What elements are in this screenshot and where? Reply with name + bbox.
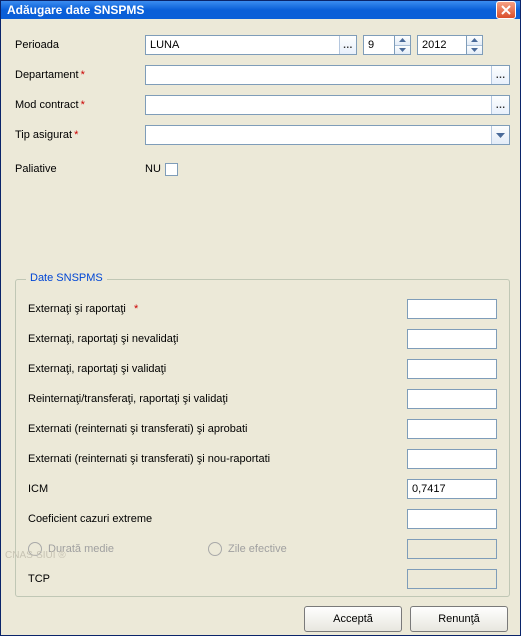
r3-value[interactable] xyxy=(407,389,497,409)
departament-input[interactable] xyxy=(146,66,491,84)
modcontract-label: Mod contract* xyxy=(15,99,145,111)
row-durata-zile: Durată medie Zile efective xyxy=(28,534,497,564)
icm-label: ICM xyxy=(28,483,407,495)
r2-value[interactable] xyxy=(407,359,497,379)
modcontract-field[interactable]: … xyxy=(145,95,510,115)
row-externati-nevalidati: Externaţi, raportaţi şi nevalidaţi xyxy=(28,324,497,354)
year-spinner[interactable] xyxy=(467,35,483,55)
close-icon xyxy=(501,5,511,15)
zile-label: Zile efective xyxy=(228,543,287,555)
r5-value[interactable] xyxy=(407,449,497,469)
zile-option: Zile efective xyxy=(208,542,407,556)
tipasigurat-field[interactable] xyxy=(145,125,510,145)
spinner-up-icon[interactable] xyxy=(395,36,410,45)
row-icm: ICM xyxy=(28,474,497,504)
row-coeficient: Coeficient cazuri extreme xyxy=(28,504,497,534)
r1-label: Externaţi, raportaţi şi nevalidaţi xyxy=(28,333,407,345)
departament-label: Departament* xyxy=(15,69,145,81)
accept-button[interactable]: Acceptă xyxy=(304,606,402,632)
perioada-input[interactable] xyxy=(146,36,339,54)
tipasigurat-label: Tip asigurat* xyxy=(15,129,145,141)
row-modcontract: Mod contract* … xyxy=(15,91,510,119)
r1-value[interactable] xyxy=(407,329,497,349)
r4-label: Externati (reinternati şi transferati) ş… xyxy=(28,423,407,435)
year-input[interactable] xyxy=(418,36,466,54)
coef-value[interactable] xyxy=(407,509,497,529)
row-paliative: Paliative NU xyxy=(15,155,510,183)
paliative-checkbox[interactable] xyxy=(165,163,178,176)
renunta-button[interactable]: Renunţă xyxy=(410,606,508,632)
radio-zile xyxy=(208,542,222,556)
row-tcp: TCP xyxy=(28,564,497,594)
row-tipasigurat: Tip asigurat* xyxy=(15,121,510,149)
month-input[interactable] xyxy=(364,36,394,54)
row-externati-validati: Externaţi, raportaţi şi validaţi xyxy=(28,354,497,384)
window-title: Adăugare date SNSPMS xyxy=(7,3,496,17)
perioada-lookup-icon[interactable]: … xyxy=(339,36,356,54)
tipasigurat-input[interactable] xyxy=(146,126,491,144)
spinner-down-icon[interactable] xyxy=(467,45,482,55)
tcp-value xyxy=(407,569,497,589)
row-reinternati-validati: Reinternaţi/transferaţi, raportaţi şi va… xyxy=(28,384,497,414)
month-spinner[interactable] xyxy=(395,35,411,55)
perioada-field[interactable]: … xyxy=(145,35,357,55)
watermark: CNAS-SIUI ® xyxy=(5,550,66,561)
modcontract-input[interactable] xyxy=(146,96,491,114)
r3-label: Reinternaţi/transferaţi, raportaţi şi va… xyxy=(28,393,407,405)
r5-label: Externati (reinternati şi transferati) ş… xyxy=(28,453,407,465)
departament-lookup-icon[interactable]: … xyxy=(491,66,509,84)
year-field[interactable] xyxy=(417,35,467,55)
modcontract-lookup-icon[interactable]: … xyxy=(491,96,509,114)
r2-label: Externaţi, raportaţi şi validaţi xyxy=(28,363,407,375)
titlebar: Adăugare date SNSPMS xyxy=(1,1,520,19)
coef-label: Coeficient cazuri extreme xyxy=(28,513,407,525)
r0-label: Externaţi şi raportaţi * xyxy=(28,303,407,315)
paliative-value: NU xyxy=(145,163,161,175)
spinner-up-icon[interactable] xyxy=(467,36,482,45)
content-area: Perioada … Dep xyxy=(1,19,520,603)
row-departament: Departament* … xyxy=(15,61,510,89)
spinner-down-icon[interactable] xyxy=(395,45,410,55)
groupbox-legend: Date SNSPMS xyxy=(26,272,107,284)
perioada-label: Perioada xyxy=(15,39,145,51)
paliative-label: Paliative xyxy=(15,163,145,175)
r0-value[interactable] xyxy=(407,299,497,319)
close-button[interactable] xyxy=(496,1,516,19)
departament-field[interactable]: … xyxy=(145,65,510,85)
row-externati-aprobati: Externati (reinternati şi transferati) ş… xyxy=(28,414,497,444)
dialog-window: Adăugare date SNSPMS Perioada … xyxy=(0,0,521,636)
tcp-label: TCP xyxy=(28,573,407,585)
row-externati-raportati: Externaţi şi raportaţi * xyxy=(28,294,497,324)
footer: Acceptă Renunţă xyxy=(1,603,520,635)
row-perioada: Perioada … xyxy=(15,31,510,59)
icm-value[interactable] xyxy=(407,479,497,499)
durata-zile-value xyxy=(407,539,497,559)
tipasigurat-dropdown-icon[interactable] xyxy=(491,126,509,144)
row-externati-nouraportati: Externati (reinternati şi transferati) ş… xyxy=(28,444,497,474)
groupbox-snspms: Date SNSPMS Externaţi şi raportaţi * Ext… xyxy=(15,279,510,597)
r4-value[interactable] xyxy=(407,419,497,439)
month-field[interactable] xyxy=(363,35,395,55)
